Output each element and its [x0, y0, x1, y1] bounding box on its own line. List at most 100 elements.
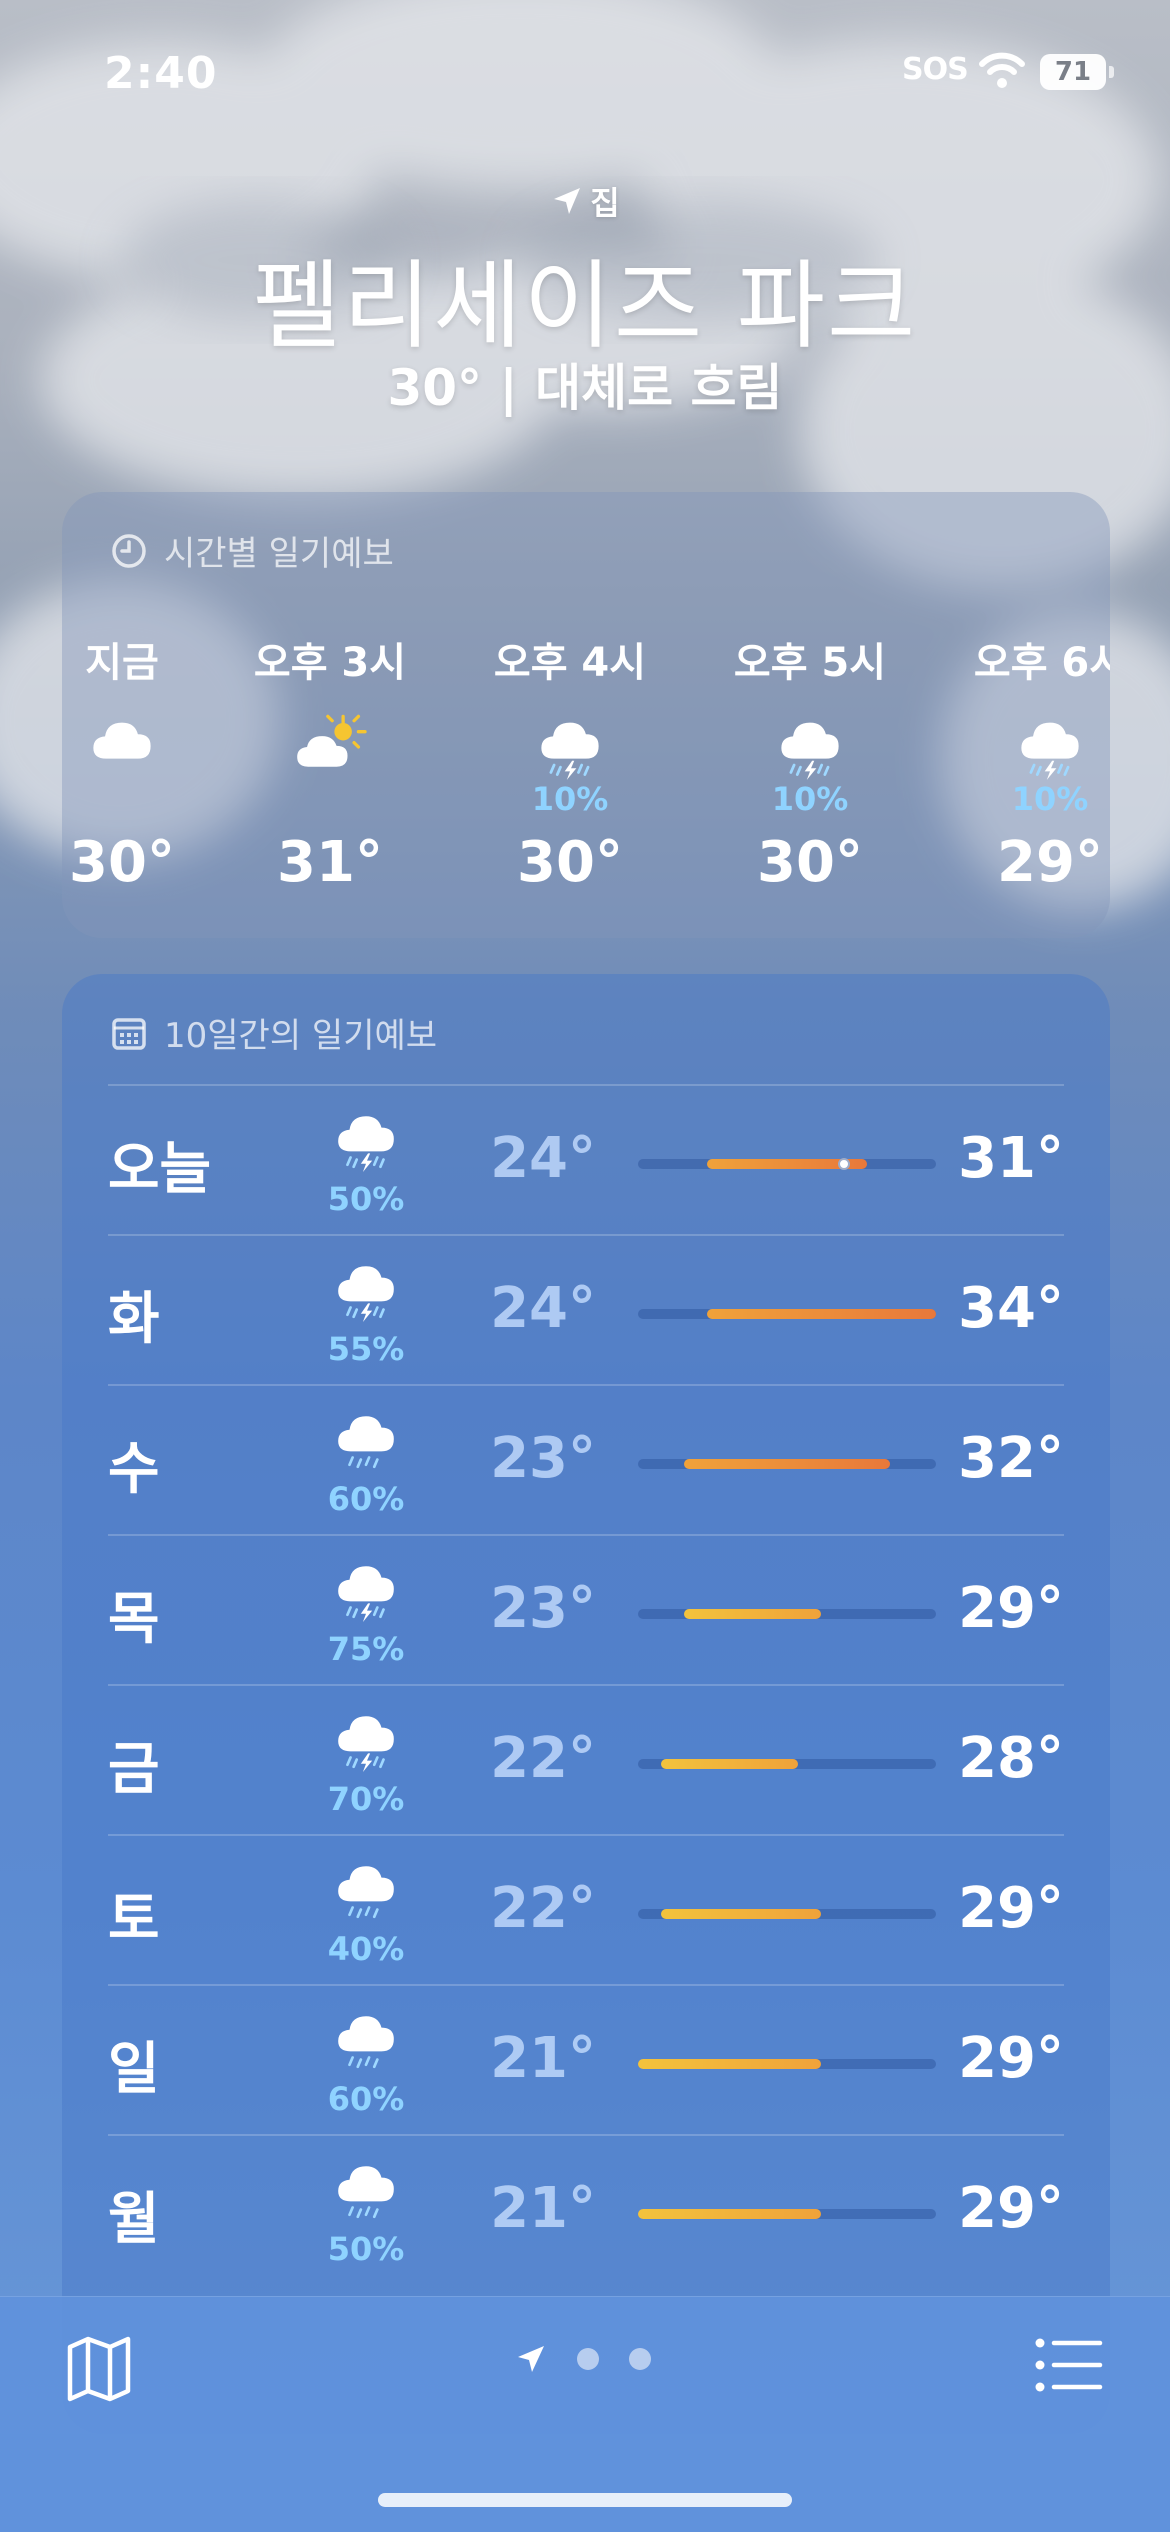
daily-forecast-title: 10일간의 일기예보	[164, 1016, 438, 1056]
day-precip-chance: 70%	[327, 1780, 405, 1818]
daily-forecast-card[interactable]: 10일간의 일기예보 오늘 50% 24° 31° 화 55% 24° 34° 수 60% 23° 3…	[62, 974, 1110, 2434]
hourly-temperature: 31°	[277, 830, 383, 895]
daily-row[interactable]: 수 60% 23° 32°	[108, 1384, 1064, 1534]
day-name: 토	[108, 1887, 160, 1952]
hourly-item: 오후 3시 31°	[230, 630, 430, 895]
rain-icon	[326, 2156, 406, 2220]
location-arrow-icon[interactable]	[515, 2343, 547, 2375]
list-icon[interactable]	[1034, 2335, 1104, 2395]
rain-icon	[326, 1406, 406, 1470]
temperature-range-fill	[660, 1759, 799, 1769]
temperature-range-bar	[638, 2209, 936, 2219]
map-icon[interactable]	[64, 2333, 134, 2403]
day-low-temp: 21°	[490, 2026, 596, 2091]
wifi-icon	[979, 52, 1025, 88]
day-high-temp: 34°	[958, 1276, 1064, 1341]
day-low-temp: 24°	[490, 1126, 596, 1191]
daily-row[interactable]: 토 40% 22° 29°	[108, 1834, 1064, 1984]
day-low-temp: 24°	[490, 1276, 596, 1341]
temperature-range-bar	[638, 1759, 936, 1769]
day-low-temp: 23°	[490, 1576, 596, 1641]
day-name: 화	[108, 1287, 160, 1352]
day-precip-chance: 55%	[327, 1330, 405, 1368]
hourly-item: 오후 4시 10% 30°	[470, 630, 670, 895]
thunderstorm-icon	[326, 1106, 406, 1172]
day-name: 금	[108, 1737, 160, 1802]
temperature-range-fill	[683, 1459, 891, 1469]
day-high-temp: 28°	[958, 1726, 1064, 1791]
day-high-temp: 32°	[958, 1426, 1064, 1491]
battery-indicator: 71	[1040, 54, 1114, 90]
daily-row[interactable]: 일 60% 21° 29°	[108, 1984, 1064, 2134]
daily-row[interactable]: 화 55% 24° 34°	[108, 1234, 1064, 1384]
hourly-precip-chance: 10%	[531, 780, 609, 818]
day-high-temp: 29°	[958, 1576, 1064, 1641]
temperature-range-fill	[683, 1609, 822, 1619]
hourly-forecast-header: 시간별 일기예보	[110, 526, 394, 575]
page-dot[interactable]	[577, 2348, 599, 2370]
day-low-temp: 22°	[490, 1876, 596, 1941]
daily-row[interactable]: 목 75% 23° 29°	[108, 1534, 1064, 1684]
thunderstorm-icon	[326, 1706, 406, 1772]
temperature-range-bar	[638, 1909, 936, 1919]
thunderstorm-icon	[765, 712, 855, 782]
daily-row[interactable]: 월 50% 21° 29°	[108, 2134, 1064, 2284]
thunderstorm-icon	[525, 712, 615, 782]
temperature-range-fill	[638, 2209, 822, 2219]
hourly-forecast-title: 시간별 일기예보	[164, 534, 394, 574]
temperature-range-fill	[660, 1909, 822, 1919]
day-high-temp: 31°	[958, 1126, 1064, 1191]
temperature-range-bar	[638, 1609, 936, 1619]
day-name: 오늘	[108, 1137, 212, 1202]
page-dot[interactable]	[629, 2348, 651, 2370]
page-indicator[interactable]	[515, 2343, 651, 2375]
day-name: 일	[108, 2037, 160, 2102]
day-precip-chance: 75%	[327, 1630, 405, 1668]
hourly-item: 지금 30°	[62, 630, 222, 895]
hourly-time-label: 오후 3시	[253, 640, 407, 686]
day-high-temp: 29°	[958, 1876, 1064, 1941]
daily-forecast-header: 10일간의 일기예보	[110, 1008, 437, 1057]
hourly-item: 오후 6시 10% 29°	[950, 630, 1110, 895]
daily-row[interactable]: 금 70% 22° 28°	[108, 1684, 1064, 1834]
rain-icon	[326, 1856, 406, 1920]
day-high-temp: 29°	[958, 2026, 1064, 2091]
hourly-list[interactable]: 지금 30° 오후 3시 31° 오후 4시 10% 30° 오후 5시 10% 30° 오후 6시…	[62, 630, 1110, 920]
city-name: 펠리세이즈 파크	[252, 250, 918, 362]
location-label-text: 집	[590, 184, 620, 222]
hourly-precip-chance	[230, 780, 430, 820]
day-name: 목	[108, 1587, 160, 1652]
day-precip-chance: 50%	[327, 1180, 405, 1218]
hourly-forecast-card[interactable]: 시간별 일기예보 지금 30° 오후 3시 31° 오후 4시 10% 30° 오후 5시 10…	[62, 492, 1110, 938]
temperature-range-bar	[638, 1158, 936, 1170]
calendar-icon	[112, 1017, 146, 1050]
day-precip-chance: 40%	[327, 1930, 405, 1968]
day-precip-chance: 60%	[327, 1480, 405, 1518]
current-summary: 30° | 대체로 흐림	[387, 359, 783, 417]
hourly-temperature: 30°	[517, 830, 623, 895]
location-arrow-icon	[554, 188, 581, 214]
rain-icon	[326, 2006, 406, 2070]
hourly-time-label: 오후 4시	[493, 640, 647, 686]
hourly-temperature: 30°	[757, 830, 863, 895]
thunderstorm-icon	[326, 1256, 406, 1322]
clock-icon	[112, 533, 146, 568]
hourly-precip-chance	[62, 780, 222, 820]
day-low-temp: 21°	[490, 2176, 596, 2241]
hourly-temperature: 30°	[69, 830, 175, 895]
sos-indicator: SOS	[902, 52, 969, 87]
cloud-icon	[77, 712, 167, 782]
temperature-range-bar	[638, 2059, 936, 2069]
status-time: 2:40	[104, 48, 218, 99]
home-indicator[interactable]	[378, 2493, 792, 2507]
daily-row[interactable]: 오늘 50% 24° 31°	[108, 1084, 1064, 1234]
hourly-time-label: 오후 6시	[973, 640, 1110, 686]
temperature-range-fill	[706, 1309, 936, 1319]
day-low-temp: 23°	[490, 1426, 596, 1491]
status-bar: 2:40 SOS 71	[0, 0, 1170, 140]
partly-sunny-icon	[285, 712, 375, 782]
hourly-temperature: 29°	[997, 830, 1103, 895]
location-label: 집	[0, 178, 1170, 224]
hourly-precip-chance: 10%	[1011, 780, 1089, 818]
hourly-item: 오후 5시 10% 30°	[710, 630, 910, 895]
